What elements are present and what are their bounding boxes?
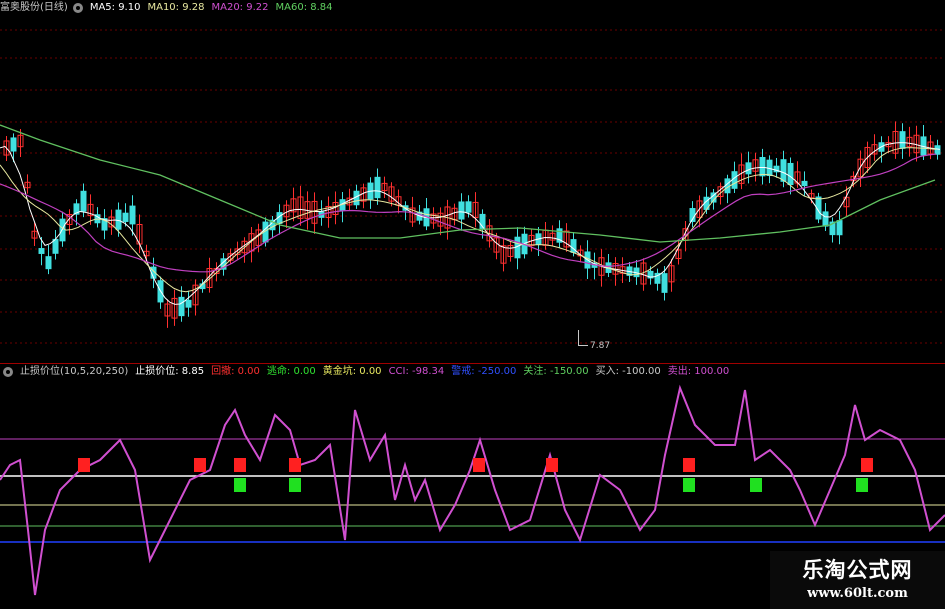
candle-body xyxy=(899,131,906,149)
candle-body xyxy=(465,201,472,213)
green-signal-bar xyxy=(289,478,301,492)
candle-body xyxy=(801,180,808,187)
candle-body xyxy=(115,209,122,230)
candle-body xyxy=(10,137,17,152)
candle-body xyxy=(52,238,59,254)
low-price-arrow xyxy=(578,330,588,346)
panel-divider xyxy=(0,363,945,364)
watermark-url: www.60lt.com xyxy=(807,586,908,601)
candle-body xyxy=(836,220,843,236)
indicator-settings-gear-icon[interactable] xyxy=(3,367,13,377)
focus-value: 关注: -150.00 xyxy=(523,366,589,377)
red-signal-bar xyxy=(861,458,873,472)
candle-body xyxy=(38,248,45,254)
price-candlestick-chart[interactable] xyxy=(0,0,945,362)
indicator-header: 止损价位(10,5,20,250) 止损价位: 8.85 回撤: 0.00 逃命… xyxy=(0,365,736,379)
red-signal-bar xyxy=(78,458,90,472)
candle-body xyxy=(787,162,794,186)
watermark: 乐淘公式网 www.60lt.com xyxy=(770,551,945,609)
candle-body xyxy=(934,145,941,155)
escape-value: 逃命: 0.00 xyxy=(266,366,316,377)
candle-body xyxy=(129,205,136,225)
red-signal-bar xyxy=(289,458,301,472)
candle-body xyxy=(661,273,668,293)
green-signal-bar xyxy=(683,478,695,492)
candle-body xyxy=(80,190,87,212)
candle-body xyxy=(822,211,829,227)
ma10-line xyxy=(0,147,937,293)
cci-value: CCI: -98.34 xyxy=(388,366,445,377)
candle-body xyxy=(780,159,787,182)
candle-body xyxy=(185,299,192,308)
red-signal-bar xyxy=(473,458,485,472)
green-signal-bar xyxy=(234,478,246,492)
low-price-label: 7.87 xyxy=(590,341,611,351)
green-signal-bar xyxy=(750,478,762,492)
candle-body xyxy=(759,157,766,177)
stop-price-value: 止损价位: 8.85 xyxy=(135,366,205,377)
watermark-title: 乐淘公式网 xyxy=(802,557,913,582)
sell-value: 卖出: 100.00 xyxy=(667,366,730,377)
candle-body xyxy=(374,176,381,199)
candle-body xyxy=(122,212,129,222)
candle-body xyxy=(745,162,752,175)
indicator-name: 止损价位(10,5,20,250) xyxy=(20,366,129,377)
candle-body xyxy=(178,296,185,317)
alert-value: 警戒: -250.00 xyxy=(451,366,517,377)
candle-body xyxy=(59,218,66,242)
candle-body xyxy=(458,201,465,220)
red-signal-bar xyxy=(194,458,206,472)
pullback-value: 回撤: 0.00 xyxy=(211,366,260,377)
red-signal-bar xyxy=(234,458,246,472)
red-signal-bar xyxy=(683,458,695,472)
green-signal-bar xyxy=(856,478,868,492)
buy-value: 买入: -100.00 xyxy=(595,366,661,377)
candle-body xyxy=(45,256,52,270)
red-signal-bar xyxy=(546,458,558,472)
golden-pit-value: 黄金坑: 0.00 xyxy=(322,366,382,377)
